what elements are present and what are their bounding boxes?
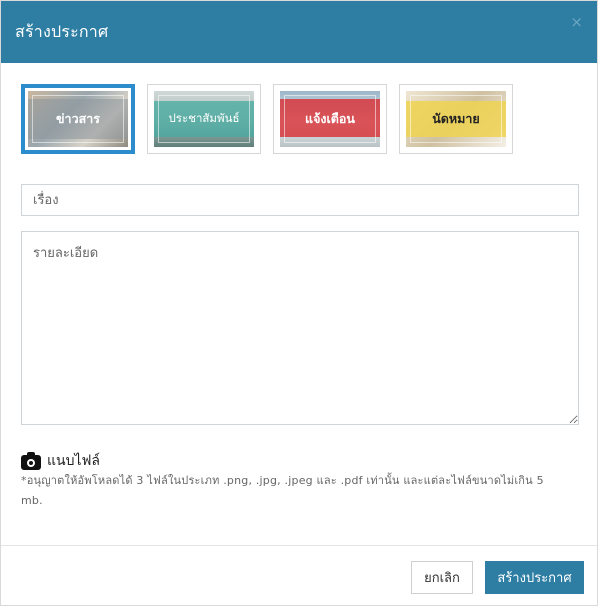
type-card-label: นัดหมาย — [432, 111, 480, 126]
footer-divider — [1, 545, 597, 546]
public-relations-thumbnail: ประชาสัมพันธ์ — [154, 91, 254, 147]
news-thumbnail: ข่าวสาร — [28, 91, 128, 147]
close-icon[interactable]: × — [570, 15, 583, 30]
type-card-label: ข่าวสาร — [56, 111, 100, 126]
camera-icon — [21, 452, 41, 470]
cancel-button[interactable]: ยกเลิก — [411, 561, 473, 594]
announcement-type-selector: ข่าวสาร ประชาสัมพันธ์ แจ้งเตือน นัดหมาย — [21, 84, 513, 154]
detail-textarea[interactable] — [21, 231, 579, 425]
type-card-appointment[interactable]: นัดหมาย — [399, 84, 513, 154]
create-announcement-button[interactable]: สร้างประกาศ — [485, 561, 584, 594]
type-card-label: ประชาสัมพันธ์ — [168, 111, 240, 125]
appointment-thumbnail: นัดหมาย — [406, 91, 506, 147]
type-card-label: แจ้งเตือน — [305, 111, 355, 126]
create-announcement-modal: สร้างประกาศ × ข่าวสาร ประชาสัมพันธ์ แจ้ง… — [0, 0, 598, 606]
attach-file-button[interactable]: แนบไฟล์ — [21, 450, 100, 472]
attach-file-label: แนบไฟล์ — [47, 453, 101, 469]
alert-thumbnail: แจ้งเตือน — [280, 91, 380, 147]
subject-input[interactable] — [21, 184, 579, 216]
attachment-note: *อนุญาตให้อัพโหลดได้ 3 ไฟล์ในประเภท .png… — [21, 474, 544, 507]
type-card-news[interactable]: ข่าวสาร — [21, 84, 135, 154]
type-card-public-relations[interactable]: ประชาสัมพันธ์ — [147, 84, 261, 154]
modal-header: สร้างประกาศ × — [1, 1, 597, 63]
type-card-alert[interactable]: แจ้งเตือน — [273, 84, 387, 154]
modal-title: สร้างประกาศ — [15, 21, 109, 41]
